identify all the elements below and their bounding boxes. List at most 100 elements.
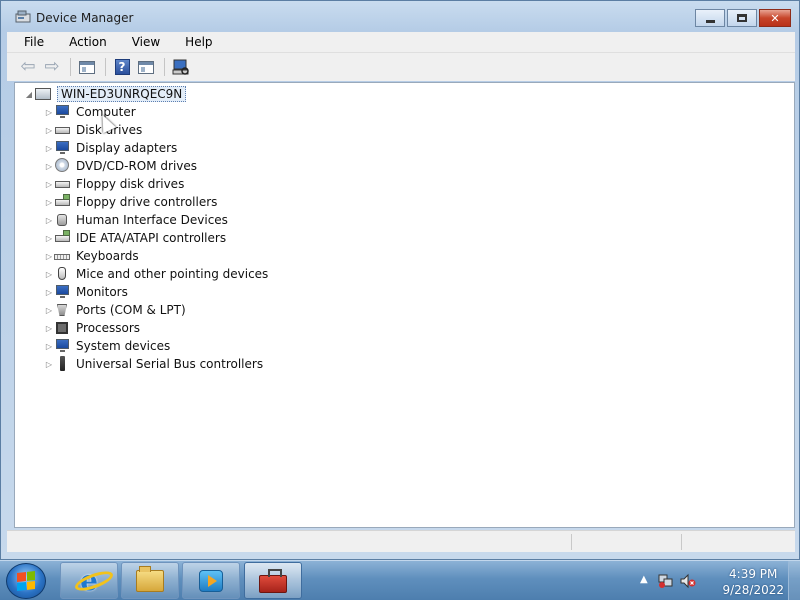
expand-arrow-icon[interactable]: ▷ bbox=[45, 126, 53, 135]
tree-item-label: Display adapters bbox=[76, 141, 178, 155]
computer-icon bbox=[54, 104, 70, 120]
tree-item-label: Ports (COM & LPT) bbox=[76, 303, 186, 317]
taskbar-device-manager[interactable] bbox=[244, 562, 302, 599]
taskbar-file-explorer[interactable] bbox=[121, 562, 179, 599]
processor-icon bbox=[54, 320, 70, 336]
tree-item-human-interface-devices[interactable]: ▷ Human Interface Devices bbox=[46, 211, 228, 229]
forward-button[interactable]: ⇨ bbox=[41, 57, 63, 77]
scan-hardware-icon bbox=[172, 59, 189, 75]
expand-arrow-icon[interactable]: ▷ bbox=[45, 360, 53, 369]
ide-controller-icon bbox=[54, 230, 70, 246]
taskbar: e ▲ 4:39 PM 9/28/2022 bbox=[0, 560, 800, 600]
device-manager-icon bbox=[15, 10, 31, 24]
status-bar bbox=[7, 530, 795, 552]
toolbar: ⇦ ⇨ ? bbox=[7, 52, 795, 81]
expand-arrow-icon[interactable]: ▷ bbox=[45, 324, 53, 333]
expand-arrow-icon[interactable]: ▷ bbox=[45, 162, 53, 171]
show-hidden-icons-button[interactable]: ▲ bbox=[640, 574, 648, 585]
clock[interactable]: 4:39 PM 9/28/2022 bbox=[722, 566, 784, 598]
show-hide-action-pane-button[interactable] bbox=[135, 57, 157, 77]
tree-item-computer[interactable]: ▷ Computer bbox=[46, 103, 136, 121]
tree-item-keyboards[interactable]: ▷ Keyboards bbox=[46, 247, 139, 265]
help-icon: ? bbox=[114, 59, 130, 75]
device-tree[interactable]: ◢ WIN-ED3UNRQEC9N ▷ Computer ▷ Disk driv… bbox=[14, 82, 795, 528]
start-button[interactable] bbox=[6, 563, 46, 599]
root-computer-icon bbox=[35, 86, 51, 102]
expand-arrow-icon[interactable]: ▷ bbox=[45, 306, 53, 315]
port-icon bbox=[54, 302, 70, 318]
tree-item-label: Floppy drive controllers bbox=[76, 195, 218, 209]
tree-root[interactable]: ◢ WIN-ED3UNRQEC9N bbox=[26, 85, 187, 103]
back-button[interactable]: ⇦ bbox=[17, 57, 39, 77]
menu-action[interactable]: Action bbox=[52, 35, 115, 49]
tree-item-ide-ata-atapi-controllers[interactable]: ▷ IDE ATA/ATAPI controllers bbox=[46, 229, 227, 247]
volume-muted-icon[interactable] bbox=[680, 573, 696, 589]
expand-arrow-icon[interactable]: ▷ bbox=[45, 198, 53, 207]
expand-arrow-icon[interactable]: ▷ bbox=[45, 216, 53, 225]
tree-item-label: System devices bbox=[76, 339, 171, 353]
network-icon[interactable] bbox=[658, 573, 674, 589]
show-hide-console-tree-button[interactable] bbox=[76, 57, 98, 77]
tree-item-ports[interactable]: ▷ Ports (COM & LPT) bbox=[46, 301, 186, 319]
tree-item-label: Mice and other pointing devices bbox=[76, 267, 269, 281]
tree-item-usb-controllers[interactable]: ▷ Universal Serial Bus controllers bbox=[46, 355, 263, 373]
expand-arrow-icon[interactable]: ▷ bbox=[45, 144, 53, 153]
title-bar[interactable]: Device Manager ✕ bbox=[1, 1, 799, 33]
scan-hardware-button[interactable] bbox=[170, 57, 192, 77]
tree-item-display-adapters[interactable]: ▷ Display adapters bbox=[46, 139, 178, 157]
disk-drive-icon bbox=[54, 122, 70, 138]
menu-file[interactable]: File bbox=[7, 35, 52, 49]
show-desktop-button[interactable] bbox=[788, 561, 800, 600]
tree-item-label: Keyboards bbox=[76, 249, 139, 263]
tree-item-label: Monitors bbox=[76, 285, 128, 299]
console-tree-icon bbox=[79, 60, 95, 74]
expand-arrow-icon[interactable]: ▷ bbox=[45, 234, 53, 243]
expand-arrow-icon[interactable]: ▷ bbox=[45, 270, 53, 279]
device-manager-window: Device Manager ✕ File Action View Help ⇦… bbox=[0, 0, 800, 560]
tree-item-mice[interactable]: ▷ Mice and other pointing devices bbox=[46, 265, 269, 283]
status-pane bbox=[571, 534, 681, 550]
tree-item-floppy-drive-controllers[interactable]: ▷ Floppy drive controllers bbox=[46, 193, 218, 211]
floppy-controller-icon bbox=[54, 194, 70, 210]
device-manager-toolbox-icon bbox=[259, 568, 287, 593]
action-pane-icon bbox=[138, 60, 154, 74]
menu-bar: File Action View Help bbox=[7, 32, 795, 52]
tree-item-label: IDE ATA/ATAPI controllers bbox=[76, 231, 227, 245]
tree-item-label: Floppy disk drives bbox=[76, 177, 185, 191]
monitor-icon bbox=[54, 284, 70, 300]
tree-item-monitors[interactable]: ▷ Monitors bbox=[46, 283, 128, 301]
clock-date: 9/28/2022 bbox=[722, 583, 784, 597]
expand-arrow-icon[interactable]: ▷ bbox=[45, 342, 53, 351]
internet-explorer-icon: e bbox=[72, 566, 116, 595]
help-button[interactable]: ? bbox=[111, 57, 133, 77]
maximize-button[interactable] bbox=[727, 9, 757, 27]
forward-arrow-icon: ⇨ bbox=[44, 56, 60, 77]
expand-arrow-icon[interactable]: ▷ bbox=[45, 108, 53, 117]
menu-view[interactable]: View bbox=[115, 35, 168, 49]
tree-item-dvd-cd-rom-drives[interactable]: ▷ DVD/CD-ROM drives bbox=[46, 157, 197, 175]
system-devices-icon bbox=[54, 338, 70, 354]
minimize-button[interactable] bbox=[695, 9, 725, 27]
toolbar-separator bbox=[105, 58, 106, 76]
tree-item-floppy-disk-drives[interactable]: ▷ Floppy disk drives bbox=[46, 175, 185, 193]
collapse-arrow-icon[interactable]: ◢ bbox=[25, 90, 33, 99]
close-icon: ✕ bbox=[770, 11, 780, 25]
expand-arrow-icon[interactable]: ▷ bbox=[45, 288, 53, 297]
menu-help[interactable]: Help bbox=[168, 35, 220, 49]
expand-arrow-icon[interactable]: ▷ bbox=[45, 252, 53, 261]
folder-icon bbox=[136, 565, 164, 592]
windows-logo-icon bbox=[17, 571, 35, 591]
root-label: WIN-ED3UNRQEC9N bbox=[57, 86, 187, 102]
tree-item-label: Human Interface Devices bbox=[76, 213, 228, 227]
expand-arrow-icon[interactable]: ▷ bbox=[45, 180, 53, 189]
tree-item-processors[interactable]: ▷ Processors bbox=[46, 319, 141, 337]
back-arrow-icon: ⇦ bbox=[20, 56, 36, 77]
taskbar-media-player[interactable] bbox=[182, 562, 240, 599]
mouse-icon bbox=[54, 266, 70, 282]
keyboard-icon bbox=[54, 248, 70, 264]
taskbar-internet-explorer[interactable]: e bbox=[60, 562, 118, 599]
tree-item-label: Processors bbox=[76, 321, 141, 335]
display-adapter-icon bbox=[54, 140, 70, 156]
close-button[interactable]: ✕ bbox=[759, 9, 791, 27]
tree-item-system-devices[interactable]: ▷ System devices bbox=[46, 337, 171, 355]
